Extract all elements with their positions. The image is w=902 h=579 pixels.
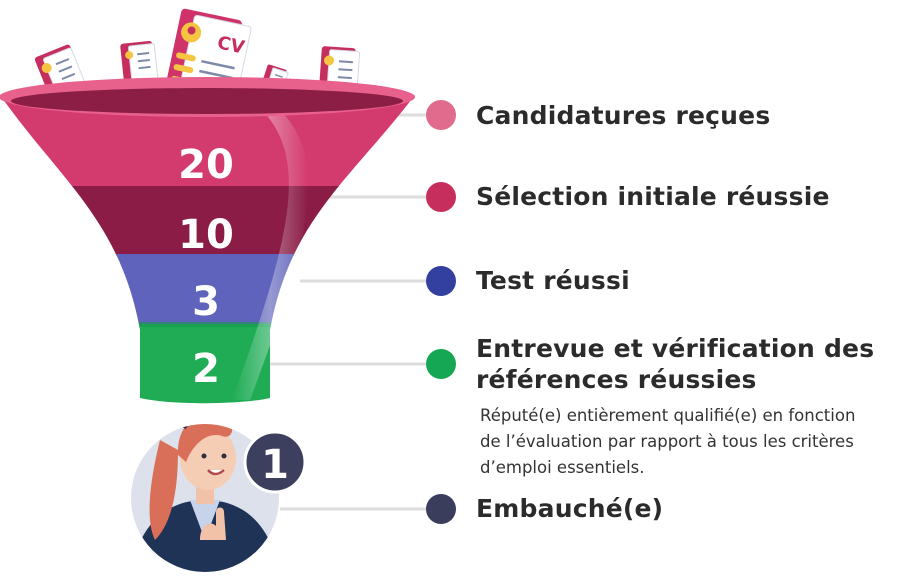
stage-label-applications: Candidatures reçues <box>476 101 771 130</box>
stage-dot-hired <box>426 494 456 524</box>
stage-dot-test <box>426 266 456 296</box>
hired-count: 1 <box>261 442 289 488</box>
hiring-funnel-diagram: CV 20 10 3 2 1 Candidatures reçues Sélec… <box>0 0 902 574</box>
funnel-rim <box>0 77 415 117</box>
stage-label-interview: Entrevue et vérification des références … <box>476 333 874 395</box>
stage-label-screening: Sélection initiale réussie <box>476 182 830 211</box>
stage-label-hired: Embauché(e) <box>476 494 664 523</box>
hired-description-line: de l’évaluation par rapport à tous les c… <box>480 432 854 451</box>
stage-dot-screening <box>426 182 456 212</box>
funnel-graphic: CV 20 10 3 2 1 <box>0 8 456 572</box>
stage-label-interview-line: références réussies <box>476 365 757 394</box>
funnel-count-interview: 2 <box>192 346 220 392</box>
stage-label-interview-line: Entrevue et vérification des <box>476 334 875 363</box>
hired-description-line: Réputé(e) entièrement qualifié(e) en fon… <box>480 406 856 425</box>
stage-dot-applications <box>426 100 456 130</box>
funnel-count-test: 3 <box>192 279 220 325</box>
hired-description: Réputé(e) entièrement qualifié(e) en fon… <box>480 403 900 481</box>
stage-label-test: Test réussi <box>476 266 630 295</box>
funnel-count-applications: 20 <box>178 142 234 188</box>
stage-dot-interview <box>426 349 456 379</box>
funnel-count-screening: 10 <box>178 212 234 258</box>
hired-count-badge: 1 <box>243 430 307 494</box>
hired-description-line: d’emploi essentiels. <box>480 458 645 477</box>
stage-dots <box>426 100 456 524</box>
